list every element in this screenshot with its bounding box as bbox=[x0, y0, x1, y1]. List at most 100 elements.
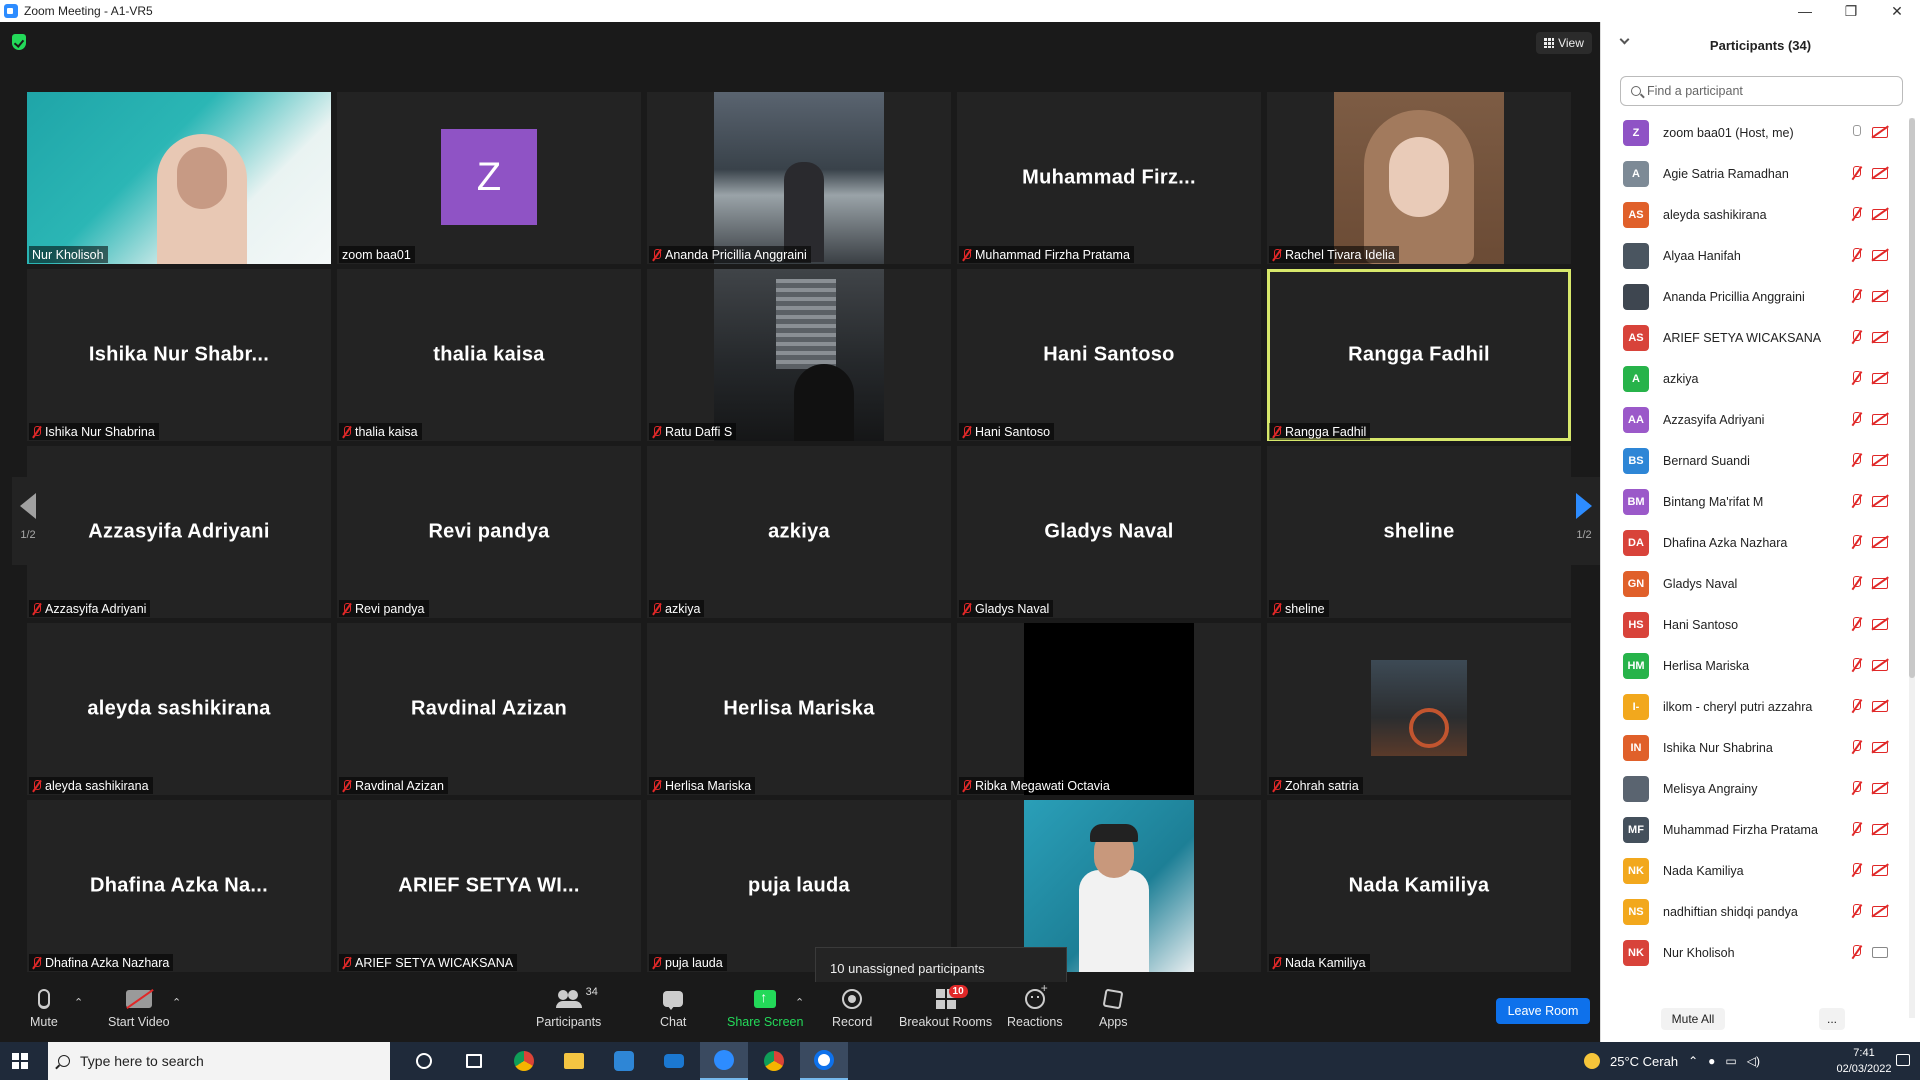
video-off-icon[interactable] bbox=[1872, 373, 1888, 384]
participant-tile[interactable]: Dhafina Azka Na... Dhafina Azka Nazhara bbox=[27, 800, 331, 972]
share-options-caret[interactable]: ⌃ bbox=[795, 996, 804, 1009]
teamviewer-icon[interactable] bbox=[800, 1042, 848, 1080]
participant-list-scrollbar[interactable] bbox=[1909, 118, 1915, 1018]
participant-row[interactable]: Zzoom baa01 (Host, me) bbox=[1601, 112, 1906, 153]
video-off-icon[interactable] bbox=[1872, 414, 1888, 425]
mic-muted-icon[interactable] bbox=[1851, 453, 1861, 467]
mic-muted-icon[interactable] bbox=[1851, 494, 1861, 508]
video-off-icon[interactable] bbox=[1872, 332, 1888, 343]
minimize-button[interactable]: — bbox=[1782, 3, 1828, 19]
taskbar-search[interactable]: Type here to search bbox=[48, 1042, 390, 1080]
participant-tile[interactable]: Azzasyifa Adriyani Azzasyifa Adriyani bbox=[27, 446, 331, 618]
video-off-icon[interactable] bbox=[1872, 824, 1888, 835]
participant-row[interactable]: AS ARIEF SETYA WICAKSANA bbox=[1601, 317, 1906, 358]
participant-tile[interactable]: Hani Santoso Hani Santoso bbox=[957, 269, 1261, 441]
participant-tile[interactable]: Revi pandya Revi pandya bbox=[337, 446, 641, 618]
participant-search-input[interactable] bbox=[1647, 84, 1887, 98]
leave-room-button[interactable]: Leave Room bbox=[1496, 998, 1590, 1024]
share-screen-button[interactable]: Share Screen bbox=[727, 988, 803, 1029]
security-shield-icon[interactable] bbox=[12, 34, 26, 50]
weather-text[interactable]: 25°C Cerah bbox=[1610, 1054, 1678, 1069]
zoom-taskbar-icon[interactable] bbox=[700, 1042, 748, 1080]
participant-row[interactable]: Ananda Pricillia Anggraini bbox=[1601, 276, 1906, 317]
participant-tile[interactable]: Herlisa Mariska Herlisa Mariska bbox=[647, 623, 951, 795]
mail-icon[interactable] bbox=[650, 1042, 698, 1080]
mic-muted-icon[interactable] bbox=[1851, 166, 1861, 180]
mic-muted-icon[interactable] bbox=[1851, 699, 1861, 713]
participant-tile[interactable]: Ratu Daffi S bbox=[647, 269, 951, 441]
participant-tile[interactable]: Ishika Nur Shabr... Ishika Nur Shabrina bbox=[27, 269, 331, 441]
video-off-icon[interactable] bbox=[1872, 537, 1888, 548]
apps-button[interactable]: Apps bbox=[1099, 988, 1128, 1029]
participant-row[interactable]: DA Dhafina Azka Nazhara bbox=[1601, 522, 1906, 563]
store-icon[interactable] bbox=[600, 1042, 648, 1080]
next-page-button[interactable]: 1/2 bbox=[1568, 477, 1600, 565]
mic-muted-icon[interactable] bbox=[1851, 330, 1861, 344]
participant-row[interactable]: A Agie Satria Ramadhan bbox=[1601, 153, 1906, 194]
more-options-button[interactable]: ... bbox=[1819, 1008, 1845, 1030]
mic-muted-icon[interactable] bbox=[1851, 289, 1861, 303]
participant-row[interactable]: Aazkiya bbox=[1601, 358, 1906, 399]
mic-muted-icon[interactable] bbox=[1851, 658, 1861, 672]
video-off-icon[interactable] bbox=[1872, 127, 1888, 138]
reactions-button[interactable]: Reactions bbox=[1007, 981, 1063, 1029]
video-off-icon[interactable] bbox=[1872, 742, 1888, 753]
video-off-icon[interactable] bbox=[1872, 660, 1888, 671]
task-switcher-icon[interactable] bbox=[450, 1042, 498, 1080]
participant-row[interactable]: HM Herlisa Mariska bbox=[1601, 645, 1906, 686]
participant-tile[interactable]: Nur Kholisoh bbox=[27, 92, 331, 264]
participant-tile[interactable]: Zzoom baa01 bbox=[337, 92, 641, 264]
participant-tile[interactable]: Rachel Tivara Idelia bbox=[1267, 92, 1571, 264]
participant-row[interactable]: I-ilkom - cheryl putri azzahra bbox=[1601, 686, 1906, 727]
participant-row[interactable]: AS aleyda sashikirana bbox=[1601, 194, 1906, 235]
mic-muted-icon[interactable] bbox=[1851, 207, 1861, 221]
breakout-rooms-button[interactable]: 10 Breakout Rooms bbox=[899, 985, 992, 1029]
video-off-icon[interactable] bbox=[1872, 906, 1888, 917]
mic-muted-icon[interactable] bbox=[1851, 904, 1861, 918]
mute-button[interactable]: Mute bbox=[30, 988, 58, 1029]
participant-tile[interactable]: Zohrah satria bbox=[1267, 623, 1571, 795]
participants-button[interactable]: 34 Participants bbox=[536, 986, 601, 1029]
mic-muted-icon[interactable] bbox=[1851, 248, 1861, 262]
video-off-icon[interactable] bbox=[1872, 291, 1888, 302]
mic-muted-icon[interactable] bbox=[1851, 617, 1861, 631]
video-off-icon[interactable] bbox=[1872, 168, 1888, 179]
participant-row[interactable]: MF Muhammad Firzha Pratama bbox=[1601, 809, 1906, 850]
network-icon[interactable]: ▭ bbox=[1725, 1054, 1736, 1068]
view-button[interactable]: View bbox=[1536, 32, 1592, 54]
video-options-caret[interactable]: ⌃ bbox=[172, 996, 181, 1009]
video-off-icon[interactable] bbox=[1872, 578, 1888, 589]
windows-start-icon[interactable] bbox=[12, 1053, 28, 1069]
participant-row[interactable]: Alyaa Hanifah bbox=[1601, 235, 1906, 276]
mic-muted-icon[interactable] bbox=[1851, 576, 1861, 590]
task-view-icon[interactable] bbox=[400, 1042, 448, 1080]
microphone-tray-icon[interactable]: ● bbox=[1708, 1054, 1715, 1068]
mic-muted-icon[interactable] bbox=[1851, 740, 1861, 754]
video-off-icon[interactable] bbox=[1872, 865, 1888, 876]
participant-row[interactable]: NK Nur Kholisoh bbox=[1601, 932, 1906, 973]
participant-tile[interactable]: Nada Kamiliya Nada Kamiliya bbox=[1267, 800, 1571, 972]
record-button[interactable]: Record bbox=[832, 988, 872, 1029]
participant-search[interactable] bbox=[1620, 76, 1903, 106]
participant-row[interactable]: IN Ishika Nur Shabrina bbox=[1601, 727, 1906, 768]
chrome-profile-icon[interactable] bbox=[750, 1042, 798, 1080]
previous-page-button[interactable]: 1/2 bbox=[12, 477, 44, 565]
participant-row[interactable]: BM Bintang Ma'rifat M bbox=[1601, 481, 1906, 522]
audio-options-caret[interactable]: ⌃ bbox=[74, 996, 83, 1009]
participant-row[interactable]: GN Gladys Naval bbox=[1601, 563, 1906, 604]
participant-tile[interactable]: Rangga Fadhil Rangga Fadhil bbox=[1267, 269, 1571, 441]
volume-icon[interactable]: ◁) bbox=[1747, 1054, 1760, 1068]
video-off-icon[interactable] bbox=[1872, 455, 1888, 466]
close-button[interactable]: ✕ bbox=[1874, 3, 1920, 20]
participant-tile[interactable]: Ananda Pricillia Anggraini bbox=[647, 92, 951, 264]
mic-muted-icon[interactable] bbox=[1851, 945, 1861, 959]
participant-tile[interactable]: aleyda sashikirana aleyda sashikirana bbox=[27, 623, 331, 795]
chat-button[interactable]: Chat bbox=[660, 988, 686, 1029]
video-off-icon[interactable] bbox=[1872, 701, 1888, 712]
video-off-icon[interactable] bbox=[1872, 209, 1888, 220]
video-off-icon[interactable] bbox=[1872, 496, 1888, 507]
participant-row[interactable]: NK Nada Kamiliya bbox=[1601, 850, 1906, 891]
notification-icon[interactable] bbox=[1896, 1054, 1910, 1066]
mic-muted-icon[interactable] bbox=[1851, 781, 1861, 795]
mic-muted-icon[interactable] bbox=[1851, 412, 1861, 426]
